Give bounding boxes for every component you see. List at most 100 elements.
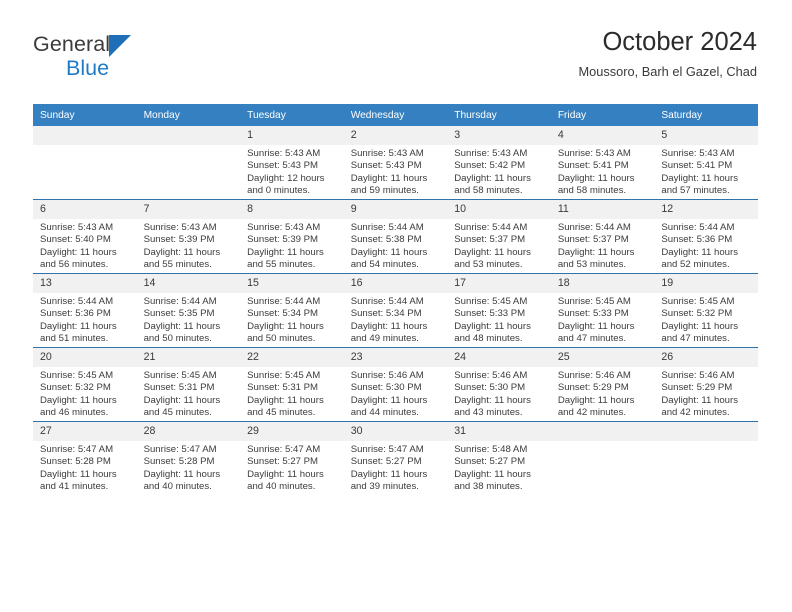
day-detail-line: and 44 minutes. bbox=[350, 407, 419, 419]
day-detail-line: and 46 minutes. bbox=[40, 407, 109, 419]
calendar-day-cell[interactable]: 20 Sunrise: 5:45 AM Sunset: 5:32 PM Dayligh… bbox=[33, 347, 137, 422]
calendar-day-cell[interactable]: 10 Sunrise: 5:44 AM Sunset: 5:37 PM Dayligh… bbox=[447, 199, 551, 274]
day-detail-line: Daylight: 11 hours bbox=[350, 320, 428, 332]
calendar-day-cell[interactable]: 5 Sunrise: 5:43 AM Sunset: 5:41 PM Daylight… bbox=[654, 126, 758, 200]
calendar-day-cell[interactable]: 25 Sunrise: 5:46 AM Sunset: 5:29 PM Dayligh… bbox=[550, 347, 655, 422]
day-detail-line: Daylight: 11 hours bbox=[40, 320, 117, 332]
day-detail-line: Sunset: 5:40 PM bbox=[40, 234, 111, 246]
calendar-day-cell[interactable]: 21 Sunrise: 5:45 AM Sunset: 5:31 PM Dayligh… bbox=[136, 347, 241, 422]
day-detail-line: Daylight: 11 hours bbox=[143, 246, 221, 258]
calendar-day-cell[interactable]: 27 Sunrise: 5:47 AM Sunset: 5:28 PM Dayligh… bbox=[33, 421, 137, 495]
day-detail-line: Sunset: 5:27 PM bbox=[454, 456, 526, 468]
page-header: General Blue October 2024 Moussoro, Barh… bbox=[33, 28, 757, 96]
day-detail-line: Sunset: 5:33 PM bbox=[557, 308, 629, 320]
day-details bbox=[551, 441, 655, 444]
day-detail-line: Sunset: 5:36 PM bbox=[40, 308, 111, 320]
day-cell-content: 16 Sunrise: 5:44 AM Sunset: 5:34 PM Dayligh… bbox=[343, 274, 448, 347]
day-cell-content bbox=[654, 422, 758, 495]
day-detail-line: and 58 minutes. bbox=[557, 185, 627, 197]
calendar-day-cell[interactable]: 17 Sunrise: 5:45 AM Sunset: 5:33 PM Dayligh… bbox=[447, 273, 551, 348]
calendar-page: General Blue October 2024 Moussoro, Barh… bbox=[0, 0, 792, 612]
calendar-day-cell[interactable]: 7 Sunrise: 5:43 AM Sunset: 5:39 PM Daylight… bbox=[136, 199, 241, 274]
calendar-day-cell[interactable]: 18 Sunrise: 5:45 AM Sunset: 5:33 PM Dayligh… bbox=[550, 273, 655, 348]
day-detail-line: Daylight: 11 hours bbox=[454, 394, 531, 406]
day-details: Sunrise: 5:48 AM Sunset: 5:27 PM Daylight:… bbox=[447, 441, 551, 494]
calendar-day-cell[interactable]: 31 Sunrise: 5:48 AM Sunset: 5:27 PM Dayligh… bbox=[447, 421, 551, 495]
calendar-week-row: 6 Sunrise: 5:43 AM Sunset: 5:40 PM Daylight… bbox=[33, 199, 758, 274]
calendar-day-cell[interactable]: 2 Sunrise: 5:43 AM Sunset: 5:43 PM Daylight… bbox=[343, 126, 448, 200]
calendar-day-cell[interactable]: 9 Sunrise: 5:44 AM Sunset: 5:38 PM Daylight… bbox=[343, 199, 448, 274]
day-details: Sunrise: 5:43 AM Sunset: 5:41 PM Daylight:… bbox=[654, 145, 758, 198]
day-details: Sunrise: 5:46 AM Sunset: 5:30 PM Daylight:… bbox=[344, 367, 448, 420]
day-detail-line: Sunset: 5:35 PM bbox=[143, 308, 215, 320]
calendar-day-cell[interactable]: 22 Sunrise: 5:45 AM Sunset: 5:31 PM Dayligh… bbox=[240, 347, 344, 422]
day-detail-line: Sunset: 5:30 PM bbox=[350, 382, 422, 394]
day-details: Sunrise: 5:45 AM Sunset: 5:32 PM Daylight:… bbox=[654, 293, 758, 346]
calendar-day-cell[interactable]: 12 Sunrise: 5:44 AM Sunset: 5:36 PM Dayligh… bbox=[654, 199, 758, 274]
day-number: 19 bbox=[654, 274, 758, 293]
calendar-table: Sunday Monday Tuesday Wednesday Thursday… bbox=[33, 104, 758, 495]
day-details: Sunrise: 5:44 AM Sunset: 5:38 PM Daylight:… bbox=[344, 219, 448, 272]
calendar-day-cell[interactable] bbox=[654, 421, 758, 495]
calendar-day-cell[interactable]: 8 Sunrise: 5:43 AM Sunset: 5:39 PM Daylight… bbox=[240, 199, 344, 274]
calendar-day-cell[interactable]: 28 Sunrise: 5:47 AM Sunset: 5:28 PM Dayligh… bbox=[136, 421, 241, 495]
calendar-day-cell[interactable] bbox=[550, 421, 655, 495]
day-number: 1 bbox=[240, 126, 344, 145]
calendar-day-cell[interactable]: 29 Sunrise: 5:47 AM Sunset: 5:27 PM Dayligh… bbox=[240, 421, 344, 495]
weekday-header-wednesday: Wednesday bbox=[343, 104, 448, 126]
day-detail-line: Sunrise: 5:45 AM bbox=[247, 370, 321, 381]
day-detail-line: Sunset: 5:31 PM bbox=[143, 382, 215, 394]
day-detail-line: Daylight: 11 hours bbox=[350, 468, 428, 480]
day-number: 21 bbox=[136, 348, 241, 367]
calendar-day-cell[interactable]: 26 Sunrise: 5:46 AM Sunset: 5:29 PM Dayligh… bbox=[654, 347, 758, 422]
day-detail-line: Daylight: 11 hours bbox=[247, 468, 324, 480]
day-number: 3 bbox=[447, 126, 551, 145]
calendar-day-cell[interactable] bbox=[33, 126, 137, 200]
day-detail-line: Sunrise: 5:44 AM bbox=[143, 296, 217, 307]
day-detail-line: Daylight: 11 hours bbox=[661, 320, 738, 332]
day-detail-line: and 38 minutes. bbox=[454, 481, 523, 493]
day-details: Sunrise: 5:46 AM Sunset: 5:29 PM Daylight:… bbox=[551, 367, 655, 420]
day-detail-line: Sunrise: 5:46 AM bbox=[350, 370, 424, 381]
day-detail-line: Daylight: 11 hours bbox=[557, 246, 635, 258]
day-detail-line: Sunrise: 5:46 AM bbox=[661, 370, 735, 381]
calendar-day-cell[interactable]: 30 Sunrise: 5:47 AM Sunset: 5:27 PM Dayligh… bbox=[343, 421, 448, 495]
calendar-day-cell[interactable]: 13 Sunrise: 5:44 AM Sunset: 5:36 PM Dayligh… bbox=[33, 273, 137, 348]
day-detail-line: Sunset: 5:33 PM bbox=[454, 308, 526, 320]
calendar-day-cell[interactable]: 24 Sunrise: 5:46 AM Sunset: 5:30 PM Dayligh… bbox=[447, 347, 551, 422]
calendar-day-cell[interactable]: 15 Sunrise: 5:44 AM Sunset: 5:34 PM Dayligh… bbox=[240, 273, 344, 348]
calendar-day-cell[interactable] bbox=[136, 126, 241, 200]
day-number: 7 bbox=[136, 200, 241, 219]
day-details: Sunrise: 5:47 AM Sunset: 5:28 PM Daylight:… bbox=[33, 441, 137, 494]
day-cell-content: 3 Sunrise: 5:43 AM Sunset: 5:42 PM Daylight… bbox=[447, 126, 551, 199]
calendar-day-cell[interactable]: 11 Sunrise: 5:44 AM Sunset: 5:37 PM Dayligh… bbox=[550, 199, 655, 274]
calendar-day-cell[interactable]: 4 Sunrise: 5:43 AM Sunset: 5:41 PM Daylight… bbox=[550, 126, 655, 200]
day-cell-content: 1 Sunrise: 5:43 AM Sunset: 5:43 PM Daylight… bbox=[240, 126, 344, 199]
generalblue-logo[interactable]: General Blue bbox=[33, 33, 213, 88]
day-details: Sunrise: 5:44 AM Sunset: 5:35 PM Daylight:… bbox=[137, 293, 241, 346]
calendar-week-row: 20 Sunrise: 5:45 AM Sunset: 5:32 PM Dayligh… bbox=[33, 347, 758, 422]
calendar-day-cell[interactable]: 23 Sunrise: 5:46 AM Sunset: 5:30 PM Dayligh… bbox=[343, 347, 448, 422]
day-details: Sunrise: 5:44 AM Sunset: 5:37 PM Daylight:… bbox=[447, 219, 551, 272]
day-details: Sunrise: 5:47 AM Sunset: 5:27 PM Daylight:… bbox=[240, 441, 344, 494]
day-cell-content: 12 Sunrise: 5:44 AM Sunset: 5:36 PM Dayligh… bbox=[654, 200, 758, 273]
day-detail-line: and 39 minutes. bbox=[350, 481, 419, 493]
day-detail-line: and 45 minutes. bbox=[143, 407, 212, 419]
day-number: 20 bbox=[33, 348, 137, 367]
calendar-day-cell[interactable]: 16 Sunrise: 5:44 AM Sunset: 5:34 PM Dayligh… bbox=[343, 273, 448, 348]
calendar-day-cell[interactable]: 19 Sunrise: 5:45 AM Sunset: 5:32 PM Dayligh… bbox=[654, 273, 758, 348]
day-details: Sunrise: 5:44 AM Sunset: 5:36 PM Daylight:… bbox=[654, 219, 758, 272]
day-number: 29 bbox=[240, 422, 344, 441]
day-detail-line: Daylight: 11 hours bbox=[454, 468, 531, 480]
day-detail-line: Daylight: 11 hours bbox=[454, 172, 531, 184]
calendar-day-cell[interactable]: 14 Sunrise: 5:44 AM Sunset: 5:35 PM Dayligh… bbox=[136, 273, 241, 348]
day-details: Sunrise: 5:43 AM Sunset: 5:41 PM Daylight:… bbox=[551, 145, 655, 198]
day-number: 15 bbox=[240, 274, 344, 293]
calendar-day-cell[interactable]: 1 Sunrise: 5:43 AM Sunset: 5:43 PM Daylight… bbox=[240, 126, 344, 200]
day-detail-line: Sunrise: 5:43 AM bbox=[143, 222, 217, 233]
calendar-day-cell[interactable]: 6 Sunrise: 5:43 AM Sunset: 5:40 PM Daylight… bbox=[33, 199, 137, 274]
day-detail-line: Sunrise: 5:44 AM bbox=[350, 296, 424, 307]
weekday-header-thursday: Thursday bbox=[447, 104, 551, 126]
calendar-day-cell[interactable]: 3 Sunrise: 5:43 AM Sunset: 5:42 PM Daylight… bbox=[447, 126, 551, 200]
day-number: 23 bbox=[343, 348, 448, 367]
